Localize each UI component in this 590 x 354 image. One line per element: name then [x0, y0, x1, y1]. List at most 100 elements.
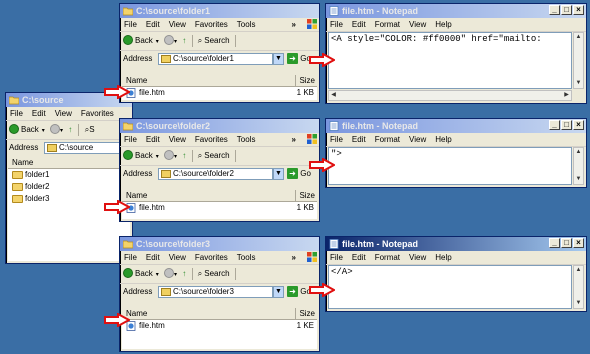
list-item[interactable]: file.htm 1 KE: [122, 320, 317, 332]
dropdown-icon[interactable]: ▾: [60, 128, 63, 134]
up-folder-icon[interactable]: ↑: [182, 36, 186, 45]
minimize-button[interactable]: _: [549, 5, 560, 15]
menu-overflow-chevron[interactable]: »: [292, 133, 296, 146]
close-button[interactable]: ×: [573, 120, 584, 130]
dropdown-icon[interactable]: ▾: [156, 154, 159, 160]
address-input[interactable]: C:\source\folder3: [158, 286, 273, 298]
file-list[interactable]: Name Size file.htm 1 KE: [122, 308, 317, 349]
list-item[interactable]: folder1: [8, 169, 130, 181]
column-header-name[interactable]: Name Size: [122, 75, 317, 87]
forward-arrow-icon[interactable]: [164, 34, 175, 45]
back-arrow-icon[interactable]: [123, 149, 133, 160]
go-button[interactable]: ➜ Go: [287, 53, 311, 65]
menu-edit[interactable]: Edit: [352, 135, 366, 144]
explorer-window-folder2[interactable]: C:\source\folder2 File Edit View Favorites T…: [119, 118, 320, 222]
explorer-window-source[interactable]: C:\source File Edit View Favorites Back ▾ ▾ …: [5, 92, 133, 264]
menu-edit[interactable]: Edit: [32, 109, 46, 118]
back-button[interactable]: Back: [135, 269, 153, 278]
menu-overflow-chevron[interactable]: »: [292, 251, 296, 264]
back-button[interactable]: Back: [135, 151, 153, 160]
address-input[interactable]: C:\source\folder1: [158, 53, 273, 65]
search-button[interactable]: Search: [204, 269, 229, 278]
column-header-name[interactable]: Name Size: [122, 308, 317, 320]
close-button[interactable]: ×: [573, 238, 584, 248]
titlebar[interactable]: file.htm - Notepad _ □ ×: [326, 237, 586, 251]
back-arrow-icon[interactable]: [123, 267, 133, 278]
dropdown-icon[interactable]: ▾: [42, 128, 45, 134]
search-button[interactable]: S: [89, 125, 94, 134]
up-folder-icon[interactable]: ↑: [68, 125, 72, 134]
menu-edit[interactable]: Edit: [352, 253, 366, 262]
scroll-down-icon[interactable]: ▼: [574, 175, 583, 184]
menu-file[interactable]: File: [330, 20, 343, 29]
text-area[interactable]: ">: [328, 147, 572, 185]
scroll-down-icon[interactable]: ▼: [574, 79, 583, 88]
scroll-left-icon[interactable]: ◀: [329, 91, 338, 100]
notepad-window-2[interactable]: file.htm - Notepad _ □ × File Edit Format Vie…: [325, 118, 587, 188]
forward-arrow-icon[interactable]: [50, 123, 61, 134]
close-button[interactable]: ×: [573, 5, 584, 15]
column-header-name[interactable]: Name Size: [122, 190, 317, 202]
address-dropdown-button[interactable]: ▼: [273, 168, 284, 180]
search-icon[interactable]: ⌕: [198, 36, 202, 45]
menu-edit[interactable]: Edit: [146, 253, 160, 262]
search-icon[interactable]: ⌕: [198, 151, 202, 160]
go-button[interactable]: ➜ Go: [287, 286, 311, 298]
minimize-button[interactable]: _: [549, 120, 560, 130]
file-list[interactable]: Name Size file.htm 1 KB: [122, 75, 317, 100]
menu-view[interactable]: View: [409, 135, 426, 144]
menu-help[interactable]: Help: [435, 20, 451, 29]
column-header-size[interactable]: Size: [295, 190, 315, 201]
menu-file[interactable]: File: [124, 20, 137, 29]
menu-view[interactable]: View: [169, 20, 186, 29]
column-header-name[interactable]: Name: [8, 157, 130, 169]
forward-arrow-icon[interactable]: [164, 267, 175, 278]
menu-file[interactable]: File: [330, 135, 343, 144]
menu-tools[interactable]: Tools: [237, 253, 256, 262]
column-header-size[interactable]: Size: [295, 308, 315, 319]
menu-edit[interactable]: Edit: [352, 20, 366, 29]
menu-view[interactable]: View: [409, 253, 426, 262]
address-dropdown-button[interactable]: ▼: [273, 286, 284, 298]
menu-help[interactable]: Help: [435, 253, 451, 262]
titlebar[interactable]: C:\source\folder1: [120, 4, 319, 18]
maximize-button[interactable]: □: [561, 120, 572, 130]
titlebar[interactable]: C:\source\folder3: [120, 237, 319, 251]
menu-favorites[interactable]: Favorites: [195, 253, 228, 262]
menu-tools[interactable]: Tools: [237, 135, 256, 144]
address-input[interactable]: C:\source\folder2: [158, 168, 273, 180]
titlebar[interactable]: C:\source\folder2: [120, 119, 319, 133]
vertical-scrollbar[interactable]: ▲ ▼: [573, 147, 584, 185]
menu-edit[interactable]: Edit: [146, 20, 160, 29]
explorer-window-folder1[interactable]: C:\source\folder1 File Edit View Favorites T…: [119, 3, 320, 103]
back-arrow-icon[interactable]: [123, 34, 133, 45]
up-folder-icon[interactable]: ↑: [182, 151, 186, 160]
explorer-window-folder3[interactable]: C:\source\folder3 File Edit View Favorites T…: [119, 236, 320, 352]
scroll-right-icon[interactable]: ▶: [562, 91, 571, 100]
back-button[interactable]: Back: [135, 36, 153, 45]
column-header-size[interactable]: Size: [295, 75, 315, 86]
horizontal-scrollbar[interactable]: ◀ ▶: [328, 90, 572, 101]
go-button[interactable]: ➜ Go: [287, 168, 311, 180]
menu-view[interactable]: View: [169, 135, 186, 144]
dropdown-icon[interactable]: ▾: [174, 39, 177, 45]
notepad-window-1[interactable]: file.htm - Notepad _ □ × File Edit Format Vie…: [325, 3, 587, 104]
forward-arrow-icon[interactable]: [164, 149, 175, 160]
search-icon[interactable]: ⌕: [198, 269, 202, 278]
menu-help[interactable]: Help: [435, 135, 451, 144]
menu-file[interactable]: File: [330, 253, 343, 262]
text-area[interactable]: <A style="COLOR: #ff0000" href="mailto:: [328, 32, 572, 89]
address-dropdown-button[interactable]: ▼: [273, 53, 284, 65]
search-button[interactable]: Search: [204, 36, 229, 45]
scroll-up-icon[interactable]: ▲: [574, 148, 583, 157]
menu-tools[interactable]: Tools: [237, 20, 256, 29]
menu-view[interactable]: View: [55, 109, 72, 118]
back-button[interactable]: Back: [21, 125, 39, 134]
address-input[interactable]: C:\source: [44, 142, 131, 154]
vertical-scrollbar[interactable]: ▲ ▼: [573, 32, 584, 89]
text-area[interactable]: </A>: [328, 265, 572, 309]
dropdown-icon[interactable]: ▾: [156, 272, 159, 278]
menu-favorites[interactable]: Favorites: [195, 20, 228, 29]
menu-file[interactable]: File: [124, 135, 137, 144]
menu-view[interactable]: View: [409, 20, 426, 29]
